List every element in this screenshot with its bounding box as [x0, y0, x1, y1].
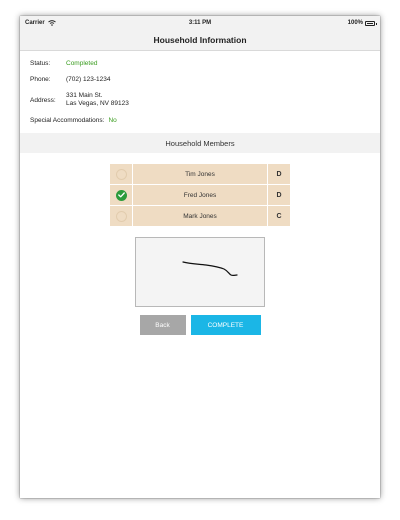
checkmark-circle-icon: [115, 189, 127, 201]
member-name: Mark Jones: [132, 206, 268, 226]
member-checkbox[interactable]: [110, 189, 132, 201]
signature-stroke: [182, 261, 238, 277]
accommodations-row: Special Accommodations: No: [30, 117, 370, 124]
navigation-bar: Household Information: [20, 30, 380, 51]
status-row: Status: Completed: [30, 60, 370, 67]
address-label: Address:: [30, 96, 56, 104]
action-buttons: Back COMPLETE: [20, 315, 380, 335]
members-section-header: Household Members: [20, 133, 380, 153]
status-time: 3:11 PM: [188, 20, 212, 26]
accommodations-label: Special Accommodations:: [30, 117, 105, 124]
address-line-1: 331 Main St.: [66, 92, 103, 99]
member-code: C: [276, 212, 282, 220]
members-list: Tim Jones D Fred Jones D Mark Jones C: [110, 164, 290, 227]
unchecked-circle-icon: [115, 210, 127, 222]
back-button[interactable]: Back: [139, 315, 186, 335]
household-info: Status: Completed Phone: (702) 123-1234 …: [20, 51, 380, 124]
member-code: D: [276, 191, 282, 199]
member-row-mark-jones[interactable]: Mark Jones C: [110, 206, 290, 227]
phone-value[interactable]: (702) 123-1234: [66, 76, 110, 83]
address-row: Address: 331 Main St. Las Vegas, NV 8912…: [30, 92, 370, 108]
member-code: D: [276, 170, 282, 178]
member-row-tim-jones[interactable]: Tim Jones D: [110, 164, 290, 185]
page-title: Household Information: [153, 35, 247, 45]
phone-row: Phone: (702) 123-1234: [30, 76, 370, 83]
status-bar: Carrier 3:11 PM 100%: [20, 16, 380, 30]
battery-indicator: 100%: [347, 20, 377, 26]
member-checkbox[interactable]: [110, 210, 132, 222]
member-checkbox[interactable]: [110, 168, 132, 180]
battery-icon: [365, 20, 377, 26]
battery-percentage: 100%: [347, 20, 363, 26]
complete-button[interactable]: COMPLETE: [190, 315, 261, 335]
checkmark-icon: [117, 192, 125, 198]
member-name: Tim Jones: [132, 164, 268, 184]
member-name: Fred Jones: [132, 185, 268, 205]
member-row-fred-jones[interactable]: Fred Jones D: [110, 185, 290, 206]
address-line-2: Las Vegas, NV 89123: [66, 100, 129, 107]
address-value: 331 Main St. Las Vegas, NV 89123: [66, 92, 129, 108]
phone-label: Phone:: [30, 76, 51, 83]
status-label: Status:: [30, 60, 51, 67]
signature-pad[interactable]: [135, 237, 265, 307]
accommodations-value: No: [108, 117, 117, 124]
unchecked-circle-icon: [115, 168, 127, 180]
status-value: Completed: [66, 60, 98, 67]
device-frame: Carrier 3:11 PM 100% Household Informati…: [20, 16, 380, 498]
members-section-title: Household Members: [165, 138, 235, 148]
